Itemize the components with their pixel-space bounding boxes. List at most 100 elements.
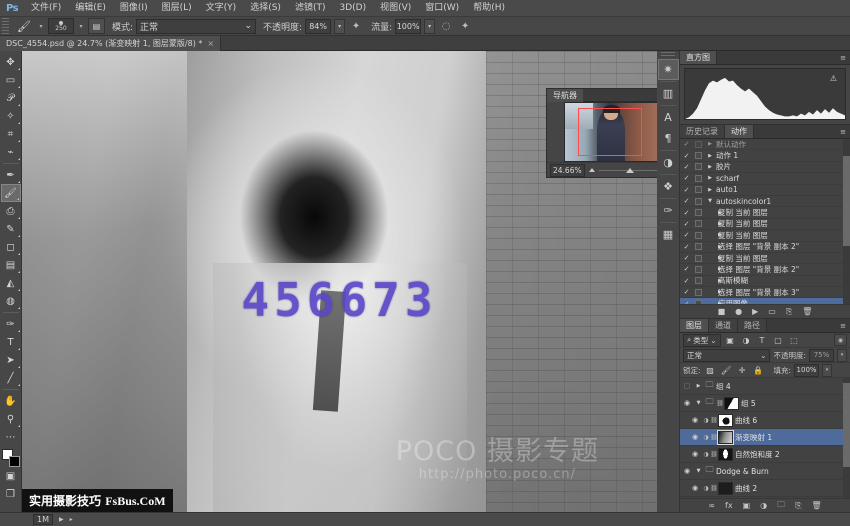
action-toggle-icon[interactable]: ✓ [680, 197, 693, 205]
layer-row-group4[interactable]: ▢ ▶ 🗀 组 4 [680, 378, 850, 395]
paragraph-icon[interactable]: ¶ [658, 128, 679, 149]
brush-tool-icon[interactable]: 🖌 [14, 18, 34, 34]
zoom-tool[interactable]: ⚲ [1, 410, 21, 428]
play-selection-icon[interactable]: ▶ [752, 307, 758, 316]
action-dialog-toggle[interactable] [693, 209, 704, 216]
delete-layer-icon[interactable]: 🗑 [812, 501, 822, 510]
tab-history[interactable]: 历史记录 [680, 125, 725, 138]
action-toggle-icon[interactable]: ✓ [680, 288, 693, 296]
tab-paths[interactable]: 路径 [738, 319, 767, 332]
layer-filter-select[interactable]: ⌕ 类型 ⌄ [683, 334, 721, 347]
action-dialog-toggle[interactable] [693, 289, 704, 296]
action-dialog-toggle[interactable] [693, 141, 704, 148]
adjustment-layer-icon[interactable]: ◑ [760, 501, 767, 510]
status-expand-icon[interactable]: ▶ [59, 516, 64, 523]
spot-healing-tool[interactable]: ✒ [1, 166, 21, 184]
action-dialog-toggle[interactable] [693, 198, 704, 205]
actions-row[interactable]: ✓ ▶ 动作 1 [680, 150, 850, 161]
tab-layers[interactable]: 图层 [680, 319, 709, 332]
color-swatches[interactable] [2, 449, 20, 467]
actions-row[interactable]: ✓ ▶ 选择 图层 "背景 副本 2" [680, 264, 850, 275]
histogram-menu-icon[interactable]: ≡ [836, 51, 850, 64]
layer-fill-stepper[interactable]: ▾ [822, 364, 832, 377]
lasso-tool[interactable]: 𝒫 [1, 89, 21, 107]
link-icon[interactable]: ⛓ [710, 485, 718, 492]
character-icon[interactable]: A [658, 107, 679, 128]
layer-row-curves2[interactable]: ◉ ◑ ⛓ 曲线 2 [680, 480, 850, 497]
eye-icon[interactable]: ▢ [680, 382, 694, 390]
layer-row-curves1[interactable]: ◉ ◑ ⛓ 曲线 1 [680, 497, 850, 498]
edit-toolbar-icon[interactable]: ⋯ [1, 428, 21, 446]
layer-mask-thumbnail[interactable] [718, 448, 733, 461]
actions-menu-icon[interactable]: ≡ [836, 125, 850, 138]
layer-mask-thumbnail[interactable] [718, 414, 733, 427]
actions-row[interactable]: ✓ ▶ 复制 当前 图层 [680, 253, 850, 264]
marquee-tool[interactable]: ▭ [1, 71, 21, 89]
airbrush-toggle-icon[interactable]: ◌ [438, 18, 454, 34]
action-dialog-toggle[interactable] [693, 220, 704, 227]
chevron-down-icon[interactable]: ▼ [694, 468, 703, 474]
layer-blend-mode-select[interactable]: 正常 ⌄ [683, 349, 770, 362]
action-dialog-toggle[interactable] [693, 186, 704, 193]
action-toggle-icon[interactable]: ✓ [680, 265, 693, 273]
tab-navigator[interactable]: 导航器 [547, 89, 583, 102]
layer-mask-thumbnail[interactable] [718, 482, 733, 495]
color-wheel-icon[interactable]: ◑ [658, 152, 679, 173]
flow-stepper[interactable]: ▾ [424, 19, 435, 34]
chevron-right-icon[interactable]: ▶ [694, 383, 703, 389]
action-toggle-icon[interactable]: ✓ [680, 174, 693, 182]
action-dialog-toggle[interactable] [693, 152, 704, 159]
type-tool[interactable]: T [1, 333, 21, 351]
chevron-right-icon[interactable]: ▶ [704, 289, 718, 295]
eye-icon[interactable]: ◉ [688, 450, 702, 458]
eye-icon[interactable]: ◉ [680, 399, 694, 407]
layer-row-group5[interactable]: ◉ ▼ 🗀 ⛓ 组 5 [680, 395, 850, 412]
opacity-stepper[interactable]: ▾ [334, 19, 345, 34]
menu-3d[interactable]: 3D(D) [332, 0, 373, 17]
action-dialog-toggle[interactable] [693, 300, 704, 304]
menu-file[interactable]: 文件(F) [24, 0, 68, 17]
move-tool[interactable]: ✥ [1, 53, 21, 71]
action-toggle-icon[interactable]: ✓ [680, 140, 693, 148]
actions-row[interactable]: ✓ ▶ 胶片 [680, 162, 850, 173]
layer-opacity-stepper[interactable]: ▾ [837, 349, 847, 362]
brush-settings-icon[interactable]: ✑ [658, 200, 679, 221]
opacity-pressure-icon[interactable]: ✦ [348, 18, 364, 34]
actions-row-selected[interactable]: ✓ ▶ 应用图像 [680, 298, 850, 304]
link-icon[interactable]: ⛓ [710, 434, 718, 441]
background-color-swatch[interactable] [9, 456, 20, 467]
filter-pixel-icon[interactable]: ▣ [724, 334, 737, 347]
eyedropper-tool[interactable]: ⌁ [1, 143, 21, 161]
action-dialog-toggle[interactable] [693, 266, 704, 273]
status-more-icon[interactable]: ▸ [70, 516, 73, 523]
collapse-icon[interactable]: » [655, 89, 657, 102]
action-dialog-toggle[interactable] [693, 175, 704, 182]
lock-all-icon[interactable]: 🔒 [752, 364, 765, 377]
brush-tool-caret-icon[interactable]: ▾ [37, 18, 45, 34]
menu-edit[interactable]: 编辑(E) [68, 0, 113, 17]
action-dialog-toggle[interactable] [693, 232, 704, 239]
layers-menu-icon[interactable]: ≡ [836, 319, 850, 332]
eye-icon[interactable]: ◉ [688, 433, 702, 441]
dodge-tool[interactable]: ◍ [1, 292, 21, 310]
chevron-right-icon[interactable]: ▶ [704, 266, 718, 272]
menu-select[interactable]: 选择(S) [243, 0, 288, 17]
action-toggle-icon[interactable]: ✓ [680, 163, 693, 171]
flow-input[interactable]: 100% [395, 19, 421, 34]
zoom-out-icon[interactable] [589, 168, 595, 172]
actions-list[interactable]: ✓ ▶ 默认动作 ✓ ▶ 动作 1 ✓ [680, 139, 850, 304]
options-bar-grip[interactable] [2, 18, 9, 35]
quick-selection-tool[interactable]: ✧ [1, 107, 21, 125]
screen-mode-icon[interactable]: ❐ [1, 485, 21, 503]
blur-tool[interactable]: ◭ [1, 274, 21, 292]
filter-enable-toggle[interactable]: ◉ [834, 334, 847, 346]
filter-type-icon[interactable]: T [756, 334, 769, 347]
lock-transparent-icon[interactable]: ▨ [704, 364, 717, 377]
quick-mask-icon[interactable]: ▣ [1, 467, 21, 485]
menu-type[interactable]: 文字(Y) [199, 0, 244, 17]
action-toggle-icon[interactable]: ✓ [680, 231, 693, 239]
layer-opacity-input[interactable]: 75% [809, 349, 834, 362]
chevron-right-icon[interactable]: ▶ [704, 187, 716, 193]
filter-smart-object-icon[interactable]: ⬚ [788, 334, 801, 347]
action-toggle-icon[interactable]: ✓ [680, 152, 693, 160]
